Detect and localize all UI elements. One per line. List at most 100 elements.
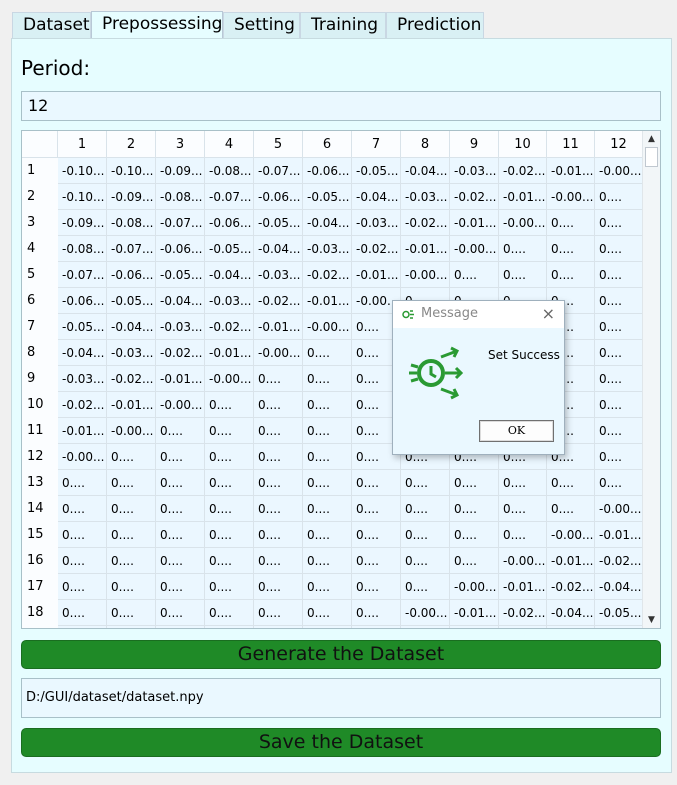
table-cell[interactable]: -0.00... (450, 574, 499, 600)
table-cell[interactable]: -0.02... (107, 366, 156, 392)
period-input[interactable]: 12 (21, 91, 661, 121)
ok-button[interactable]: OK (479, 420, 554, 442)
table-cell[interactable]: -0.02... (547, 574, 595, 600)
table-cell[interactable]: 0.... (595, 392, 643, 418)
table-cell[interactable]: -0.00... (107, 418, 156, 444)
table-cell[interactable]: 0.... (450, 470, 499, 496)
table-cell[interactable] (352, 626, 401, 628)
table-cell[interactable]: -0.04... (156, 288, 205, 314)
table-cell[interactable]: -0.05... (254, 210, 303, 236)
table-cell[interactable] (58, 626, 107, 628)
table-cell[interactable]: -0.04... (254, 236, 303, 262)
table-cell[interactable]: 0.... (254, 600, 303, 626)
table-cell[interactable]: -0.07... (156, 210, 205, 236)
table-cell[interactable]: 0.... (205, 496, 254, 522)
table-cell[interactable]: 0.... (450, 496, 499, 522)
table-cell[interactable]: -0.00... (547, 184, 595, 210)
table-cell[interactable]: -0.02... (156, 340, 205, 366)
table-cell[interactable]: -0.02... (254, 288, 303, 314)
table-cell[interactable]: -0.06... (58, 288, 107, 314)
table-cell[interactable]: 0.... (352, 600, 401, 626)
column-header[interactable]: 1 (58, 131, 107, 158)
column-header[interactable]: 5 (254, 131, 303, 158)
table-cell[interactable]: -0.01... (254, 314, 303, 340)
table-cell[interactable]: -0.02... (499, 600, 547, 626)
table-cell[interactable]: -0.03... (156, 314, 205, 340)
table-cell[interactable]: -0.05... (107, 288, 156, 314)
column-header[interactable]: 11 (547, 131, 595, 158)
row-header[interactable]: 6 (22, 288, 58, 314)
table-cell[interactable] (107, 626, 156, 628)
row-header[interactable]: 15 (22, 522, 58, 548)
table-cell[interactable]: -0.00... (303, 314, 352, 340)
row-header[interactable]: 17 (22, 574, 58, 600)
table-cell[interactable]: -0.05... (595, 600, 643, 626)
table-cell[interactable] (254, 626, 303, 628)
table-cell[interactable]: 0.... (303, 548, 352, 574)
row-header[interactable]: 11 (22, 418, 58, 444)
table-cell[interactable]: 0.... (107, 522, 156, 548)
table-cell[interactable]: 0.... (156, 574, 205, 600)
column-header[interactable]: 12 (595, 131, 643, 158)
table-cell[interactable]: 0.... (205, 470, 254, 496)
table-cell[interactable] (401, 626, 450, 628)
table-cell[interactable]: 0.... (156, 496, 205, 522)
table-cell[interactable]: -0.09... (58, 210, 107, 236)
table-cell[interactable]: 0.... (107, 496, 156, 522)
table-cell[interactable] (450, 626, 499, 628)
table-cell[interactable]: -0.01... (401, 236, 450, 262)
table-cell[interactable]: 0.... (595, 340, 643, 366)
row-header[interactable]: 2 (22, 184, 58, 210)
table-cell[interactable]: -0.00... (450, 236, 499, 262)
table-cell[interactable]: -0.04... (352, 184, 401, 210)
table-cell[interactable]: 0.... (205, 600, 254, 626)
column-header[interactable]: 3 (156, 131, 205, 158)
table-cell[interactable]: 0.... (450, 262, 499, 288)
table-cell[interactable]: -0.03... (401, 184, 450, 210)
table-cell[interactable] (595, 626, 643, 628)
table-cell[interactable]: 0.... (401, 522, 450, 548)
table-cell[interactable]: -0.05... (156, 262, 205, 288)
table-cell[interactable]: 0.... (107, 444, 156, 470)
table-cell[interactable]: -0.08... (156, 184, 205, 210)
table-cell[interactable]: -0.00... (547, 522, 595, 548)
table-cell[interactable]: -0.08... (205, 158, 254, 184)
table-cell[interactable]: 0.... (595, 314, 643, 340)
table-cell[interactable]: -0.02... (58, 392, 107, 418)
table-cell[interactable]: 0.... (205, 444, 254, 470)
column-header[interactable]: 7 (352, 131, 401, 158)
table-cell[interactable]: 0.... (58, 574, 107, 600)
table-cell[interactable]: -0.06... (107, 262, 156, 288)
table-cell[interactable]: 0.... (303, 600, 352, 626)
table-cell[interactable]: 0.... (450, 522, 499, 548)
table-cell[interactable]: -0.05... (58, 314, 107, 340)
row-header[interactable]: 10 (22, 392, 58, 418)
table-cell[interactable]: -0.10... (58, 158, 107, 184)
row-header[interactable]: 19 (22, 626, 58, 628)
row-header[interactable]: 3 (22, 210, 58, 236)
table-cell[interactable]: -0.03... (107, 340, 156, 366)
table-cell[interactable]: 0.... (107, 600, 156, 626)
table-cell[interactable]: -0.01... (303, 288, 352, 314)
table-cell[interactable]: -0.01... (499, 184, 547, 210)
table-cell[interactable]: -0.02... (450, 184, 499, 210)
table-cell[interactable]: 0.... (595, 236, 643, 262)
column-header[interactable]: 2 (107, 131, 156, 158)
column-header[interactable]: 6 (303, 131, 352, 158)
dataset-table[interactable]: 1 2 3 4 5 6 7 8 9 10 11 12 1 -0.10... -0.10... -0.09...… (21, 130, 661, 629)
table-cell[interactable]: -0.01... (595, 522, 643, 548)
table-cell[interactable]: -0.03... (352, 210, 401, 236)
table-cell[interactable]: -0.01... (499, 574, 547, 600)
scroll-down-arrow-icon[interactable]: ▼ (643, 612, 660, 628)
table-cell[interactable]: 0.... (254, 418, 303, 444)
table-cell[interactable]: -0.07... (254, 158, 303, 184)
table-cell[interactable]: 0.... (254, 444, 303, 470)
table-cell[interactable]: 0.... (499, 470, 547, 496)
table-cell[interactable]: 0.... (254, 522, 303, 548)
table-cell[interactable]: -0.10... (107, 158, 156, 184)
table-cell[interactable]: -0.04... (595, 574, 643, 600)
table-cell[interactable]: -0.00... (595, 158, 643, 184)
tab-setting[interactable]: Setting (223, 12, 300, 39)
table-cell[interactable]: 0.... (595, 366, 643, 392)
table-cell[interactable]: -0.03... (205, 288, 254, 314)
